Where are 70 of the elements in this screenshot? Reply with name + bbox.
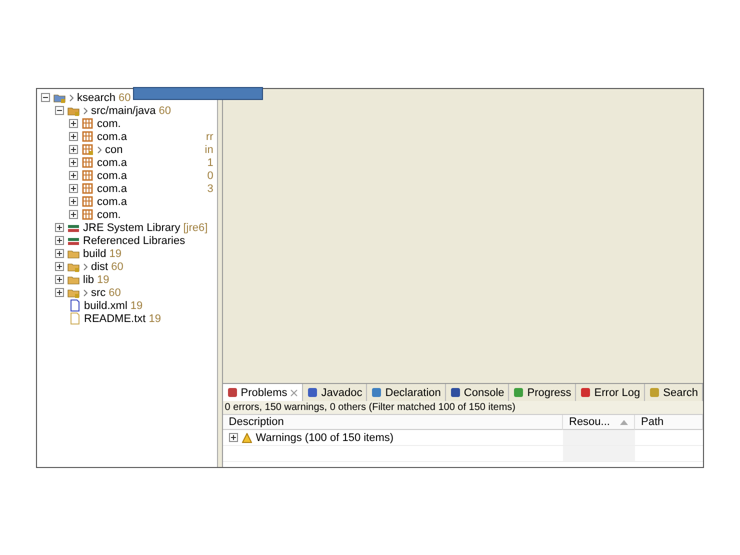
chevron-icon: [83, 262, 88, 270]
tree-item-decoration: 19: [97, 274, 110, 286]
expand-toggle[interactable]: [228, 433, 238, 442]
console-icon: [450, 387, 461, 398]
tree-item[interactable]: com.a: [97, 196, 127, 208]
collapse-toggle[interactable]: [55, 106, 64, 115]
expand-toggle[interactable]: [55, 236, 64, 245]
javadoc-icon: [307, 387, 318, 398]
column-header[interactable]: Path: [635, 415, 703, 430]
tree-item[interactable]: com.a: [97, 130, 127, 142]
tree-item[interactable]: README.txt: [84, 312, 146, 324]
tree-item[interactable]: com.a: [97, 182, 127, 194]
tree-item[interactable]: com.: [97, 208, 121, 220]
tree-item-decoration: 60: [108, 286, 121, 298]
tree-item-decoration: 19: [148, 312, 161, 324]
expand-toggle[interactable]: [69, 119, 78, 128]
tree-item-fragment: 3: [207, 182, 214, 194]
tree-item[interactable]: build.xml: [84, 300, 128, 312]
problems-summary: 0 errors, 150 warnings, 0 others (Filter matched 100 of 150 items): [222, 401, 703, 415]
column-header[interactable]: Description: [222, 415, 563, 430]
expand-toggle[interactable]: [69, 145, 78, 154]
progress-icon: [513, 387, 524, 398]
column-header[interactable]: Resou...: [563, 415, 635, 430]
problems-icon: [226, 387, 238, 398]
expand-toggle[interactable]: [69, 210, 78, 219]
tree-item[interactable]: con: [105, 144, 123, 156]
declaration-icon: [371, 387, 382, 398]
tree-item-decoration: [jre6]: [183, 222, 208, 234]
tree-item[interactable]: com.a: [97, 170, 127, 182]
expand-toggle[interactable]: [55, 288, 64, 297]
expand-toggle[interactable]: [55, 249, 64, 258]
tree-item-decoration: 60: [111, 260, 124, 272]
close-icon[interactable]: [290, 388, 298, 396]
tree-item[interactable]: src/main/java: [91, 104, 156, 116]
tree-item[interactable]: com.a: [97, 156, 127, 168]
tree-item-decoration: 19: [109, 248, 122, 260]
tree-item[interactable]: src: [91, 286, 106, 298]
expand-toggle[interactable]: [69, 184, 78, 193]
tree-item-fragment: rr: [206, 130, 214, 142]
collapse-toggle[interactable]: [41, 93, 50, 102]
expand-toggle[interactable]: [69, 197, 78, 206]
tree-item[interactable]: Referenced Libraries: [83, 234, 186, 246]
expand-toggle[interactable]: [55, 262, 64, 271]
expand-toggle[interactable]: [55, 223, 64, 232]
sort-icon: [620, 420, 628, 424]
tree-item-fragment: in: [204, 144, 214, 156]
chevron-icon: [83, 106, 88, 114]
chevron-icon: [97, 146, 102, 154]
tree-item[interactable]: ksearch: [77, 92, 116, 104]
view-tab[interactable]: Problems: [222, 384, 304, 401]
errorlog-icon: [580, 387, 592, 398]
tree-item[interactable]: JRE System Library: [83, 222, 180, 234]
tree-item-fragment: 1: [207, 156, 214, 168]
tree-item-decoration: 19: [130, 300, 143, 312]
tree-item[interactable]: lib: [83, 274, 94, 286]
expand-toggle[interactable]: [69, 132, 78, 141]
chevron-icon: [83, 288, 88, 296]
search-icon: [649, 387, 660, 398]
warning-icon: [242, 432, 252, 442]
tree-item-decoration: 60: [158, 104, 172, 116]
chevron-icon: [69, 94, 74, 102]
expand-toggle[interactable]: [69, 171, 78, 180]
expand-toggle[interactable]: [55, 275, 64, 284]
tree-item[interactable]: dist: [91, 260, 108, 272]
tree-item-decoration: 60: [118, 92, 131, 104]
tree-item[interactable]: com.: [97, 118, 121, 130]
expand-toggle[interactable]: [69, 158, 78, 167]
problem-row[interactable]: Warnings (100 of 150 items): [222, 430, 563, 446]
tree-item[interactable]: build: [83, 248, 106, 260]
tree-item-fragment: 0: [207, 170, 214, 182]
